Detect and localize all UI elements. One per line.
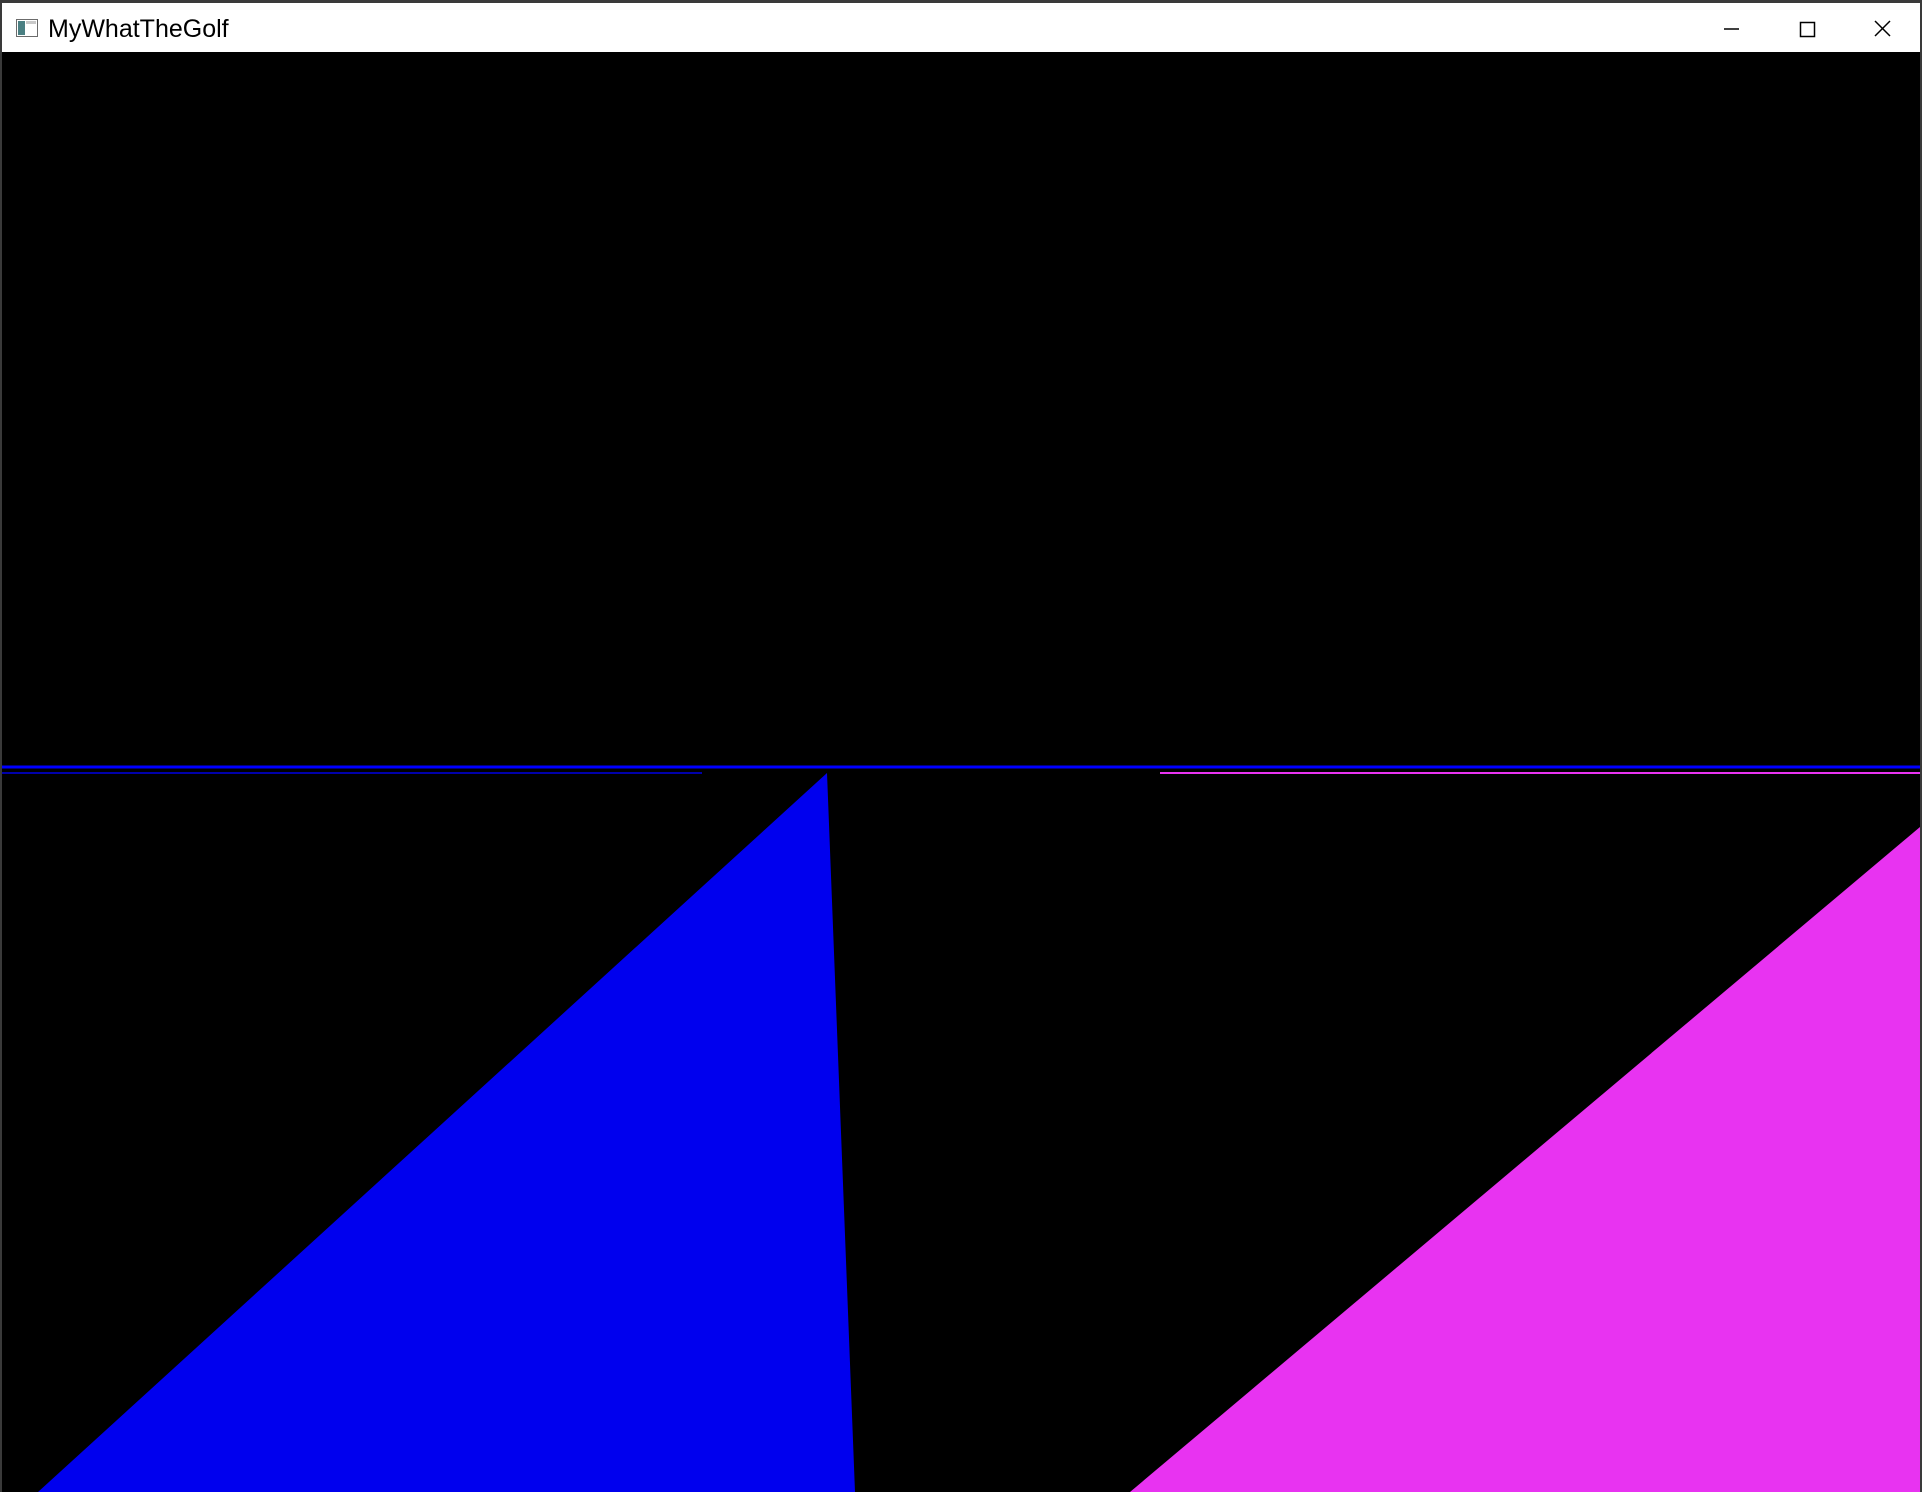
maximize-icon <box>1799 21 1816 38</box>
window-app-icon <box>16 19 38 37</box>
close-button[interactable] <box>1845 3 1921 52</box>
game-scene <box>2 52 1920 1492</box>
game-canvas[interactable] <box>2 52 1920 1492</box>
close-icon <box>1874 20 1891 37</box>
minimize-icon <box>1724 28 1739 30</box>
title-bar[interactable]: MyWhatTheGolf <box>2 3 1920 52</box>
app-window: MyWhatTheGolf <box>0 0 1922 1492</box>
maximize-button[interactable] <box>1769 3 1845 52</box>
minimize-button[interactable] <box>1693 3 1769 52</box>
window-title: MyWhatTheGolf <box>48 15 229 43</box>
